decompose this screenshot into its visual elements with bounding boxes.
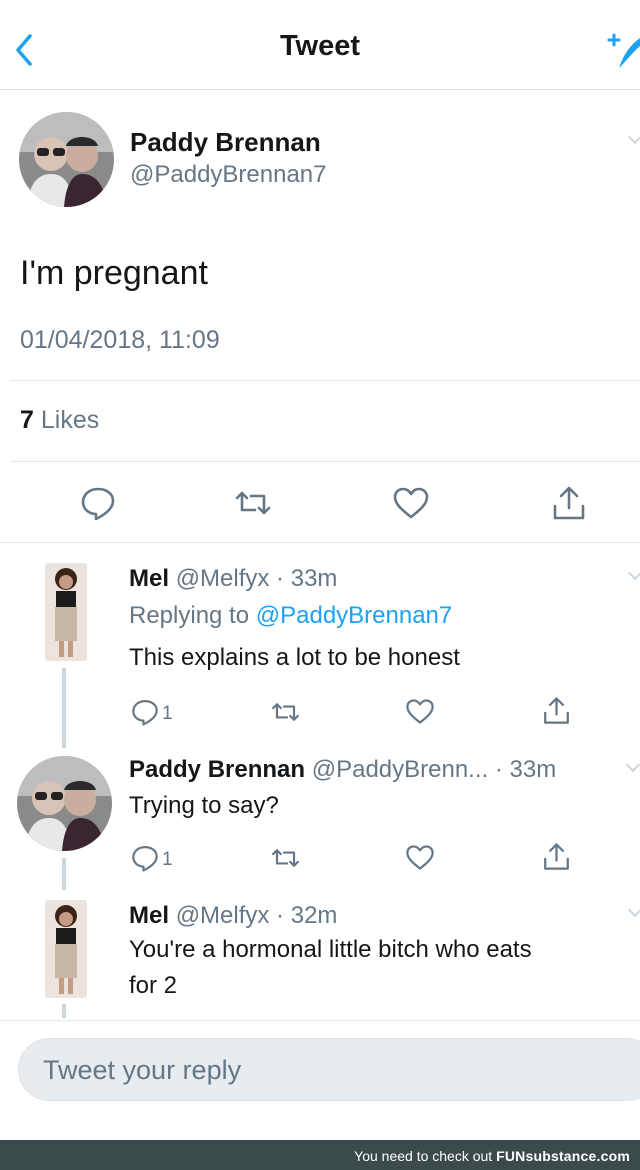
reply-meta: @PaddyBrenn... · 33m bbox=[311, 756, 557, 783]
reply-icon[interactable] bbox=[80, 486, 116, 520]
like-icon[interactable] bbox=[392, 486, 430, 520]
reply-icon[interactable] bbox=[131, 698, 159, 726]
reply-text-continued: for 2 bbox=[129, 972, 178, 999]
top-bar: Tweet bbox=[0, 0, 640, 90]
caret-down-icon[interactable] bbox=[627, 565, 640, 581]
like-icon[interactable] bbox=[405, 698, 435, 725]
replying-to: Replying to @PaddyBrennan7 bbox=[129, 602, 452, 630]
retweet-icon[interactable] bbox=[233, 488, 273, 518]
compose-icon[interactable] bbox=[603, 28, 640, 72]
thread-line bbox=[62, 668, 66, 748]
avatar[interactable] bbox=[17, 756, 112, 851]
reply-author-name: Mel bbox=[129, 902, 170, 929]
tweet-timestamp: 01/04/2018, 11:09 bbox=[20, 326, 220, 354]
share-icon[interactable] bbox=[542, 841, 571, 872]
reply-author[interactable]: Paddy Brennan @PaddyBrenn... · 33m bbox=[129, 756, 556, 784]
share-icon[interactable] bbox=[542, 695, 571, 726]
reply-composer: Tweet your reply bbox=[0, 1020, 640, 1115]
replying-prefix: Replying to bbox=[129, 602, 250, 629]
caret-down-icon[interactable] bbox=[625, 757, 640, 773]
likes-number: 7 bbox=[20, 406, 34, 434]
reply-meta: @Melfyx · 33m bbox=[175, 565, 338, 592]
like-icon[interactable] bbox=[405, 844, 435, 871]
reply-author-name: Mel bbox=[129, 565, 170, 592]
reply-author-name: Paddy Brennan bbox=[129, 756, 306, 783]
avatar[interactable] bbox=[45, 900, 87, 998]
share-icon[interactable] bbox=[551, 484, 587, 522]
replying-handle-link[interactable]: @PaddyBrennan7 bbox=[256, 602, 453, 629]
reply-author[interactable]: Mel @Melfyx · 32m bbox=[129, 902, 337, 930]
likes-label: Likes bbox=[40, 406, 100, 434]
retweet-icon[interactable] bbox=[270, 846, 301, 870]
reply-input[interactable]: Tweet your reply bbox=[18, 1038, 640, 1101]
divider bbox=[10, 380, 640, 381]
watermark-prefix: You need to check out bbox=[354, 1148, 493, 1164]
reply-text: You're a hormonal little bitch who eats bbox=[129, 936, 532, 963]
tweet-text: I'm pregnant bbox=[20, 254, 208, 292]
caret-down-icon[interactable] bbox=[627, 902, 640, 918]
watermark-text: You need to check out FUNsubstance.com bbox=[354, 1148, 630, 1164]
watermark-banner: You need to check out FUNsubstance.com bbox=[0, 1140, 640, 1170]
author-name[interactable]: Paddy Brennan bbox=[130, 127, 321, 158]
reply-icon[interactable] bbox=[131, 844, 159, 872]
reply-text: This explains a lot to be honest bbox=[129, 644, 460, 671]
retweet-icon[interactable] bbox=[270, 700, 301, 724]
reply-author[interactable]: Mel @Melfyx · 33m bbox=[129, 565, 337, 593]
page-title: Tweet bbox=[279, 30, 361, 62]
avatar[interactable] bbox=[19, 112, 114, 207]
reply-count: 1 bbox=[162, 703, 173, 724]
thread-line bbox=[62, 858, 66, 890]
caret-down-icon[interactable] bbox=[627, 129, 640, 145]
reply-text: Trying to say? bbox=[129, 792, 279, 819]
reply-count: 1 bbox=[162, 849, 173, 870]
divider bbox=[0, 542, 640, 543]
reply-meta: @Melfyx · 32m bbox=[175, 902, 338, 929]
author-handle[interactable]: @PaddyBrennan7 bbox=[130, 161, 327, 189]
reply-placeholder: Tweet your reply bbox=[43, 1055, 242, 1085]
avatar[interactable] bbox=[45, 563, 87, 661]
thread-line bbox=[62, 1004, 66, 1018]
divider bbox=[10, 461, 640, 462]
watermark-brand: FUNsubstance.com bbox=[496, 1148, 630, 1164]
likes-count[interactable]: 7 Likes bbox=[20, 406, 99, 435]
